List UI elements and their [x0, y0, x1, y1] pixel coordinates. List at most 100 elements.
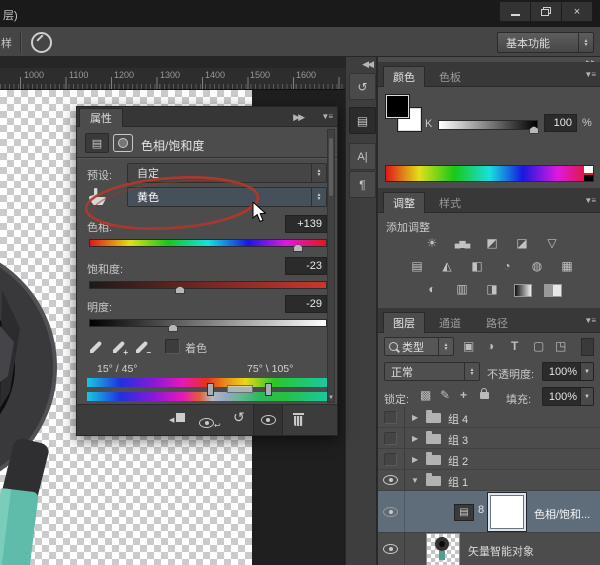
restore-button[interactable]: [530, 1, 562, 22]
tab-channels[interactable]: 通道: [430, 312, 470, 333]
colorize-checkbox[interactable]: [165, 339, 180, 354]
tab-paths[interactable]: 路径: [477, 312, 517, 333]
hue-saturation-icon[interactable]: ▤: [407, 258, 427, 274]
curves-icon[interactable]: ◩: [482, 235, 502, 251]
invert-icon[interactable]: ◐: [422, 281, 442, 297]
visibility-empty-box[interactable]: [384, 453, 397, 466]
minimize-button[interactable]: [499, 1, 531, 22]
eye-icon[interactable]: [383, 475, 398, 485]
spectrum-white-swatch[interactable]: [584, 166, 593, 173]
visibility-empty-box[interactable]: [384, 432, 397, 445]
history-panel-icon[interactable]: ↺: [349, 73, 376, 100]
color-lookup-icon[interactable]: ▦: [557, 258, 577, 274]
collapse-panel-icon[interactable]: ▶▶: [293, 112, 303, 123]
channel-mixer-icon[interactable]: ◍: [527, 258, 547, 274]
gradient-map-icon[interactable]: [514, 284, 532, 297]
reset-adjustment-icon[interactable]: ↺: [233, 409, 245, 426]
scroll-down-icon[interactable]: ▼: [328, 395, 334, 401]
panel-menu-icon[interactable]: ▼≡: [584, 196, 595, 205]
hue-slider-track[interactable]: [89, 239, 327, 247]
tab-layers[interactable]: 图层: [383, 312, 425, 333]
color-spectrum-ramp[interactable]: [385, 165, 594, 182]
saturation-slider-track[interactable]: [89, 281, 327, 289]
visibility-cell[interactable]: [378, 407, 405, 427]
layer-filter-kind-dropdown[interactable]: 类型 ▲▼: [384, 337, 454, 356]
filter-pixel-layers-icon[interactable]: ▣: [463, 339, 474, 353]
opacity-dropdown[interactable]: 100% ▼: [542, 362, 594, 381]
tab-color[interactable]: 颜色: [383, 66, 425, 87]
foreground-color-swatch[interactable]: [386, 95, 409, 118]
preset-dropdown[interactable]: 自定 ▲▼: [127, 163, 327, 183]
saturation-value-box[interactable]: -23: [285, 257, 327, 275]
range-handle-right[interactable]: [265, 383, 272, 396]
paragraph-panel-icon[interactable]: ¶: [349, 171, 376, 198]
k-value-box[interactable]: 100: [544, 114, 577, 132]
layer-name[interactable]: 色相/饱和...: [534, 506, 590, 522]
collapse-dock-icon[interactable]: ◀◀: [362, 59, 372, 70]
layer-name[interactable]: 组 1: [448, 474, 468, 490]
visibility-empty-box[interactable]: [384, 411, 397, 424]
panel-menu-icon[interactable]: ▼≡: [584, 316, 595, 325]
selective-color-icon[interactable]: [544, 284, 562, 297]
lock-pixels-brush-icon[interactable]: ✎: [440, 388, 450, 402]
visibility-cell[interactable]: [378, 449, 405, 469]
filter-smart-object-icon[interactable]: ◳: [555, 339, 566, 353]
tab-styles[interactable]: 样式: [430, 192, 470, 213]
layer-row-group3[interactable]: ▶ 组 3: [378, 428, 600, 449]
close-button[interactable]: ×: [561, 1, 593, 22]
lightness-slider-track[interactable]: [89, 319, 327, 327]
range-band[interactable]: [227, 385, 253, 393]
properties-panel-icon[interactable]: ▤: [349, 107, 376, 134]
visibility-cell[interactable]: [378, 533, 405, 565]
tab-properties[interactable]: 属性: [79, 108, 123, 127]
range-handle-left[interactable]: [207, 383, 214, 396]
lock-all-icon[interactable]: [480, 392, 489, 399]
eyedropper-add-icon[interactable]: +: [110, 337, 128, 357]
expand-collapsed-icon[interactable]: ▶: [412, 434, 418, 443]
filter-type-layers-icon[interactable]: T: [511, 339, 518, 353]
expand-expanded-icon[interactable]: ▼: [411, 476, 419, 485]
expand-collapsed-icon[interactable]: ▶: [412, 455, 418, 464]
view-previous-state-icon[interactable]: ↩: [199, 415, 221, 433]
k-slider-track[interactable]: [438, 120, 538, 130]
visibility-cell[interactable]: [378, 470, 405, 490]
fill-dropdown[interactable]: 100% ▼: [542, 387, 594, 406]
workspace-switcher[interactable]: 基本功能 ▲▼: [497, 32, 594, 53]
visibility-cell[interactable]: [378, 491, 405, 532]
threshold-icon[interactable]: ◨: [482, 281, 502, 297]
brightness-contrast-icon[interactable]: ☀: [422, 235, 442, 251]
layer-row-group2[interactable]: ▶ 组 2: [378, 449, 600, 470]
layer-row-vector-smart-object[interactable]: 矢量智能对象: [378, 533, 600, 565]
visibility-cell[interactable]: [378, 428, 405, 448]
color-balance-icon[interactable]: ◭: [437, 258, 457, 274]
layer-name[interactable]: 组 2: [448, 453, 468, 469]
black-white-icon[interactable]: ◧: [467, 258, 487, 274]
adjustment-layer-thumbnail[interactable]: ▤: [454, 504, 474, 521]
toggle-visibility-button[interactable]: [253, 405, 283, 435]
blend-mode-dropdown[interactable]: 正常 ▲▼: [384, 362, 480, 381]
properties-scrollbar[interactable]: ▼: [327, 129, 335, 403]
eyedropper-subtract-icon[interactable]: −: [133, 337, 151, 357]
layer-row-group4[interactable]: ▶ 组 4: [378, 407, 600, 428]
clip-to-layer-icon[interactable]: ◀: [171, 413, 185, 425]
layer-thumbnail[interactable]: [426, 533, 460, 565]
expand-collapsed-icon[interactable]: ▶: [412, 413, 418, 422]
filter-adjustment-layers-icon[interactable]: ◑: [487, 339, 494, 353]
lock-position-icon[interactable]: +: [460, 388, 467, 402]
photo-filter-icon[interactable]: ◔: [497, 258, 517, 274]
layer-row-hue-saturation-selected[interactable]: ▤ 8 色相/饱和...: [378, 491, 600, 533]
scrollbar-thumb[interactable]: [329, 138, 333, 196]
lock-transparency-icon[interactable]: ▩: [420, 388, 431, 402]
panel-menu-icon[interactable]: ▼≡: [584, 70, 595, 79]
posterize-icon[interactable]: ▥: [452, 281, 472, 297]
mask-link-icon[interactable]: 8: [478, 504, 484, 516]
adjustment-controls-icon[interactable]: ▤: [85, 133, 109, 153]
filter-shape-layers-icon[interactable]: ▢: [533, 339, 544, 353]
layer-name[interactable]: 矢量智能对象: [468, 543, 534, 559]
spectrum-black-swatch[interactable]: [584, 175, 593, 181]
channel-dropdown[interactable]: 黄色 ▲▼: [127, 187, 327, 207]
tab-swatches[interactable]: 色板: [430, 66, 470, 87]
targeted-adjustment-tool-icon[interactable]: [31, 32, 52, 53]
vibrance-icon[interactable]: ▽: [542, 235, 562, 251]
hue-value-box[interactable]: +139: [285, 215, 327, 233]
